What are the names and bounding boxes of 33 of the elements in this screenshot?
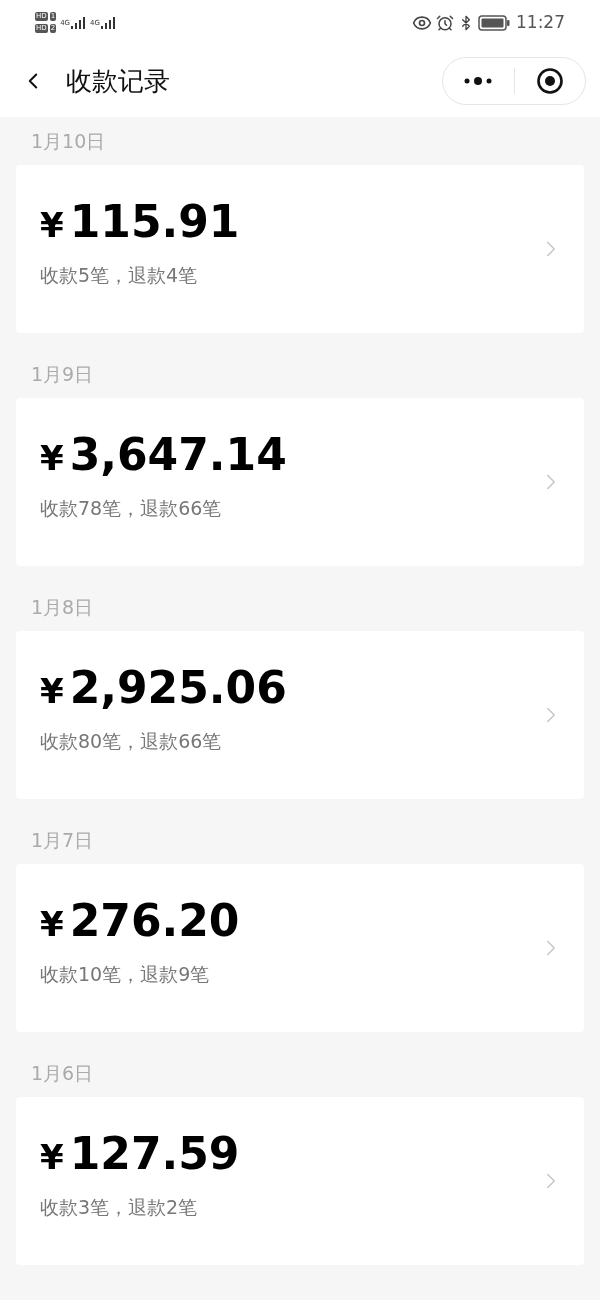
- day-summary-card[interactable]: ¥2,925.06 收款80笔，退款66笔: [16, 631, 584, 799]
- date-label: 1月7日: [31, 827, 94, 853]
- currency-symbol: ¥: [40, 436, 64, 480]
- transaction-summary: 收款10笔，退款9笔: [40, 961, 211, 987]
- target-icon: [535, 67, 564, 95]
- day-summary-card[interactable]: ¥115.91 收款5笔，退款4笔: [16, 165, 584, 333]
- day-summary-card[interactable]: ¥276.20 收款10笔，退款9笔: [16, 864, 584, 1032]
- day-summary-card[interactable]: ¥3,647.14 收款78笔，退款66笔: [16, 398, 584, 566]
- date-label: 1月10日: [31, 128, 106, 154]
- day-summary-card[interactable]: ¥127.59 收款3笔，退款2笔: [16, 1097, 584, 1265]
- signal-icon: [99, 15, 116, 30]
- date-label: 1月8日: [31, 594, 94, 620]
- transaction-summary: 收款3笔，退款2笔: [40, 1194, 199, 1220]
- clock-time: 11:27: [516, 10, 565, 34]
- amount: 3,647.14: [69, 427, 287, 482]
- currency-symbol: ¥: [40, 203, 64, 247]
- battery-icon: [478, 14, 510, 31]
- currency-symbol: ¥: [40, 1135, 64, 1179]
- amount: 115.91: [69, 194, 240, 249]
- amount: 127.59: [69, 1126, 240, 1181]
- date-label: 1月9日: [31, 361, 94, 387]
- transaction-summary: 收款80笔，退款66笔: [40, 728, 223, 754]
- alarm-icon: [436, 13, 454, 32]
- transaction-summary: 收款78笔，退款66笔: [40, 495, 223, 521]
- currency-symbol: ¥: [40, 669, 64, 713]
- more-icon: [463, 77, 494, 85]
- transaction-summary: 收款5笔，退款4笔: [40, 262, 199, 288]
- currency-symbol: ¥: [40, 902, 64, 946]
- amount: 276.20: [69, 893, 240, 948]
- date-label: 1月6日: [31, 1060, 94, 1086]
- page-title: 收款记录: [66, 64, 170, 98]
- amount: 2,925.06: [69, 660, 287, 715]
- signal-icon: [70, 15, 86, 30]
